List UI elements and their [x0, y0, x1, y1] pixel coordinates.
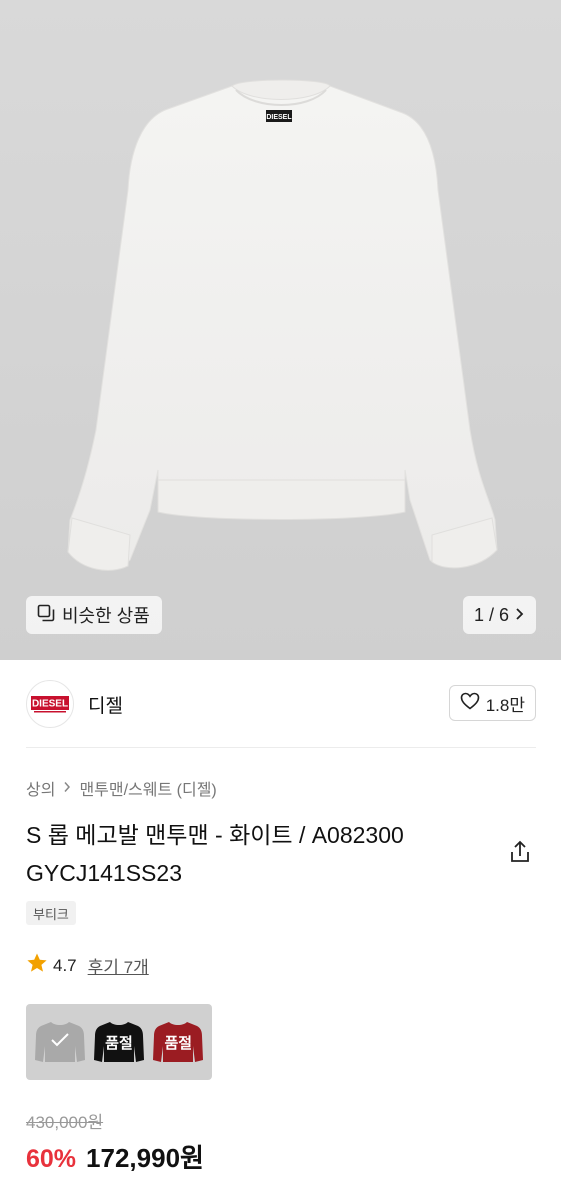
review-count-link[interactable]: 후기 7개 — [88, 953, 149, 978]
checkmark-icon — [50, 1031, 70, 1054]
sold-out-label: 품절 — [105, 1034, 133, 1052]
share-icon[interactable] — [506, 838, 534, 866]
brand-logo[interactable]: DIESEL — [26, 680, 74, 728]
breadcrumb: 상의 맨투맨/스웨트 (디젤) — [26, 776, 217, 800]
rating-row: 4.7 후기 7개 — [26, 952, 149, 979]
color-option-black[interactable]: 품절 — [91, 1012, 147, 1072]
product-image-gallery[interactable]: DIESEL 비슷한 상품 1 / 6 — [0, 0, 561, 660]
breadcrumb-item-subcategory[interactable]: 맨투맨/스웨트 (디젤) — [79, 776, 216, 800]
color-options: 품절 품절 — [26, 1004, 212, 1080]
like-button[interactable]: 1.8만 — [448, 685, 536, 721]
chevron-right-icon — [63, 780, 71, 796]
heart-icon — [460, 692, 480, 715]
color-option-gray[interactable] — [32, 1012, 88, 1072]
original-price: 430,000원 — [26, 1113, 104, 1132]
star-icon — [26, 952, 48, 979]
breadcrumb-item-category[interactable]: 상의 — [26, 776, 55, 800]
sale-price-row: 60% 172,990원 — [26, 1138, 204, 1175]
product-title: S 롭 메고발 맨투맨 - 화이트 / A082300 GYCJ141SS23 — [26, 822, 404, 886]
image-counter-text: 1 / 6 — [473, 604, 510, 625]
sold-out-label: 품절 — [164, 1034, 193, 1052]
copy-icon — [36, 603, 56, 628]
divider — [26, 747, 536, 748]
rating-value: 4.7 — [53, 955, 77, 975]
discount-rate: 60% — [26, 1145, 77, 1173]
chevron-right-icon — [515, 605, 525, 626]
product-image: DIESEL — [67, 79, 498, 571]
similar-products-label: 비슷한 상품 — [62, 606, 150, 626]
sale-price: 172,990원 — [86, 1143, 204, 1173]
sweater-label: DIESEL — [266, 114, 292, 121]
boutique-tag: 부티크 — [26, 901, 76, 925]
image-counter[interactable]: 1 / 6 — [463, 596, 536, 634]
like-count: 1.8만 — [485, 695, 525, 715]
brand-name[interactable]: 디젤 — [88, 691, 123, 718]
similar-products-button[interactable]: 비슷한 상품 — [26, 596, 162, 634]
brand-row[interactable]: DIESEL 디젤 1.8만 — [26, 680, 536, 728]
brand-logo-text: DIESEL — [32, 699, 68, 710]
color-option-red[interactable]: 품절 — [150, 1012, 206, 1072]
